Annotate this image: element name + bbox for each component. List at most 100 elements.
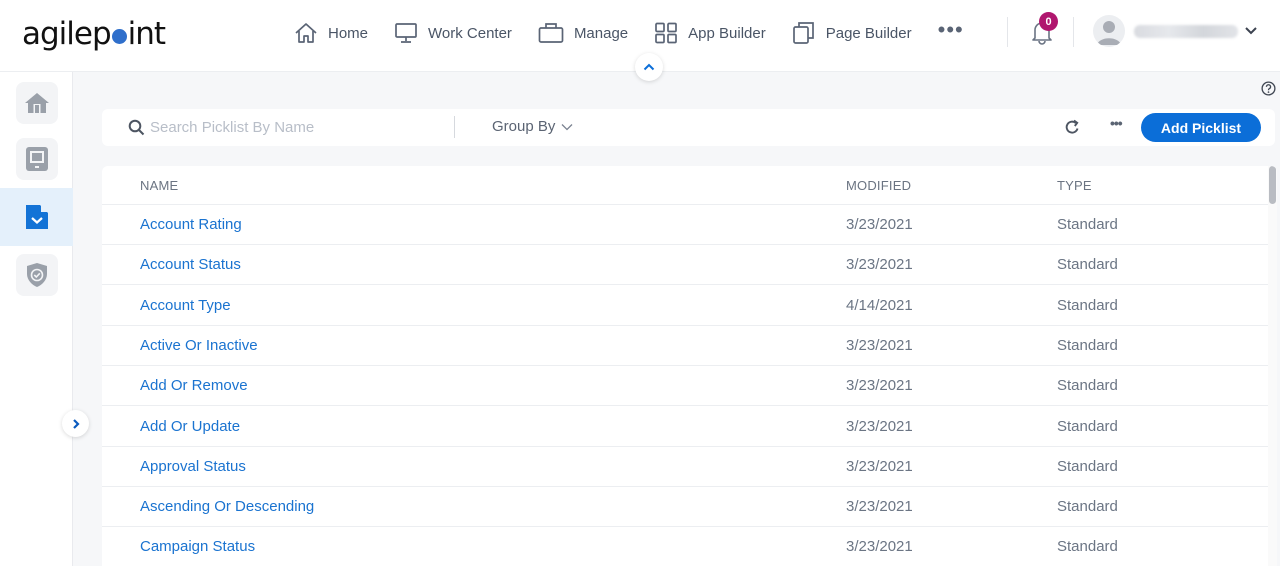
- document-check-icon: [25, 205, 48, 229]
- nav-app-builder[interactable]: App Builder: [654, 22, 766, 44]
- picklist-name-link[interactable]: Add Or Remove: [140, 377, 248, 394]
- tablet-icon: [25, 147, 48, 171]
- modified-date: 3/23/2021: [846, 256, 913, 274]
- nav-work-center-label: Work Center: [428, 24, 512, 42]
- picklist-type: Standard: [1057, 417, 1118, 435]
- logo-dot: [111, 29, 127, 44]
- refresh-button[interactable]: [1065, 119, 1080, 140]
- picklist-type: Standard: [1057, 498, 1118, 516]
- sidebar-tile: [15, 82, 58, 124]
- left-sidebar: [0, 72, 73, 566]
- chevron-down-icon: [561, 123, 573, 130]
- nav-page-builder[interactable]: Page Builder: [792, 21, 912, 45]
- modified-date: 3/23/2021: [846, 377, 913, 395]
- user-menu-dropdown[interactable]: [1244, 23, 1258, 41]
- nav-page-builder-label: Page Builder: [825, 24, 912, 42]
- sidebar-tile: [15, 138, 58, 180]
- table-row[interactable]: Ascending Or Descending 3/23/2021 Standard: [102, 487, 1268, 528]
- modified-date: 3/23/2021: [846, 498, 913, 516]
- nav-app-builder-label: App Builder: [688, 24, 766, 42]
- user-avatar[interactable]: [1093, 15, 1125, 47]
- sidebar-item-picklists[interactable]: [0, 188, 73, 246]
- group-by-label: Group By: [492, 118, 556, 135]
- picklist-name-link[interactable]: Campaign Status: [140, 538, 255, 555]
- collapse-header-button[interactable]: [635, 53, 663, 81]
- modified-date: 3/23/2021: [846, 417, 913, 435]
- table-row[interactable]: Add Or Remove 3/23/2021 Standard: [102, 366, 1268, 407]
- table-row[interactable]: Account Type 4/14/2021 Standard: [102, 286, 1268, 326]
- picklist-type: Standard: [1057, 538, 1118, 556]
- modified-date: 3/23/2021: [846, 216, 913, 233]
- help-button[interactable]: [1261, 81, 1276, 101]
- expand-sidebar-button[interactable]: [62, 410, 89, 437]
- nav-manage[interactable]: Manage: [538, 22, 628, 44]
- table-row[interactable]: Add Or Update 3/23/2021 Standard: [102, 407, 1268, 447]
- scrollbar-thumb[interactable]: [1269, 166, 1276, 204]
- column-header-modified[interactable]: MODIFIED: [846, 178, 911, 193]
- sidebar-tile: [16, 196, 58, 238]
- sidebar-tile: [15, 254, 58, 296]
- picklist-name-link[interactable]: Account Status: [140, 256, 241, 273]
- nav-home[interactable]: Home: [294, 22, 368, 44]
- picklist-type: Standard: [1057, 457, 1118, 475]
- chevron-up-icon: [643, 63, 655, 71]
- modified-date: 3/23/2021: [846, 457, 913, 475]
- picklist-type: Standard: [1057, 256, 1118, 274]
- grid-icon: [655, 22, 678, 44]
- nav-work-center[interactable]: Work Center: [394, 22, 512, 44]
- picklist-table: NAME MODIFIED TYPE Account Rating 3/23/20…: [102, 166, 1277, 566]
- monitor-icon: [395, 23, 417, 43]
- sidebar-item-home[interactable]: [0, 74, 73, 132]
- table-header: NAME MODIFIED TYPE: [102, 166, 1268, 205]
- modified-date: 3/23/2021: [846, 538, 913, 556]
- picklist-toolbar: Group By ••• Add Picklist: [102, 109, 1275, 146]
- nav-home-label: Home: [328, 24, 369, 42]
- column-header-name[interactable]: NAME: [140, 178, 178, 193]
- sidebar-item-work-center[interactable]: [0, 130, 73, 188]
- home-icon: [24, 93, 49, 113]
- picklist-type: Standard: [1057, 377, 1118, 395]
- main-nav: Home Work Center Manage App Builder Page…: [294, 17, 964, 46]
- group-by-dropdown[interactable]: Group By: [492, 118, 573, 135]
- logo-text-start: agilep: [22, 16, 112, 52]
- nav-more-button[interactable]: •••: [938, 17, 964, 43]
- sidebar-item-security[interactable]: [0, 246, 73, 304]
- picklist-name-link[interactable]: Account Rating: [140, 216, 242, 233]
- add-picklist-button[interactable]: Add Picklist: [1141, 113, 1261, 142]
- search-picklist-input[interactable]: [150, 116, 440, 138]
- question-circle-icon: [1261, 81, 1276, 96]
- user-name-blurred[interactable]: [1134, 25, 1238, 38]
- modified-date: 4/14/2021: [846, 296, 913, 314]
- modified-date: 3/23/2021: [846, 336, 913, 354]
- nav-manage-label: Manage: [573, 24, 629, 42]
- picklist-type: Standard: [1057, 296, 1118, 314]
- column-header-type[interactable]: TYPE: [1057, 178, 1092, 193]
- logo-text-end: int: [127, 16, 166, 52]
- divider: [1073, 17, 1074, 47]
- table-row[interactable]: Account Rating 3/23/2021 Standard: [102, 205, 1268, 245]
- table-row[interactable]: Account Status 3/23/2021 Standard: [102, 245, 1268, 286]
- picklist-name-link[interactable]: Add Or Update: [140, 418, 240, 435]
- more-options-button[interactable]: •••: [1110, 115, 1123, 131]
- chevron-down-icon: [1245, 27, 1257, 35]
- picklist-name-link[interactable]: Approval Status: [140, 458, 246, 475]
- picklist-type: Standard: [1057, 216, 1118, 233]
- table-row[interactable]: Active Or Inactive 3/23/2021 Standard: [102, 326, 1268, 366]
- chevron-right-icon: [72, 418, 80, 429]
- table-row[interactable]: Approval Status 3/23/2021 Standard: [102, 447, 1268, 487]
- table-scrollbar[interactable]: [1268, 166, 1277, 566]
- agilepoint-logo[interactable]: agilep int: [22, 16, 166, 52]
- home-icon: [295, 23, 317, 43]
- picklist-type: Standard: [1057, 336, 1118, 354]
- picklist-name-link[interactable]: Account Type: [140, 297, 231, 314]
- divider: [1007, 17, 1008, 47]
- toolbar-divider: [454, 116, 455, 138]
- user-icon: [1097, 21, 1121, 45]
- copy-icon: [792, 22, 814, 44]
- table-row[interactable]: Campaign Status 3/23/2021 Standard: [102, 527, 1268, 566]
- picklist-name-link[interactable]: Active Or Inactive: [140, 337, 258, 354]
- refresh-icon: [1065, 119, 1079, 134]
- picklist-name-link[interactable]: Ascending Or Descending: [140, 498, 314, 515]
- briefcase-icon: [538, 23, 564, 43]
- search-icon: [128, 119, 145, 136]
